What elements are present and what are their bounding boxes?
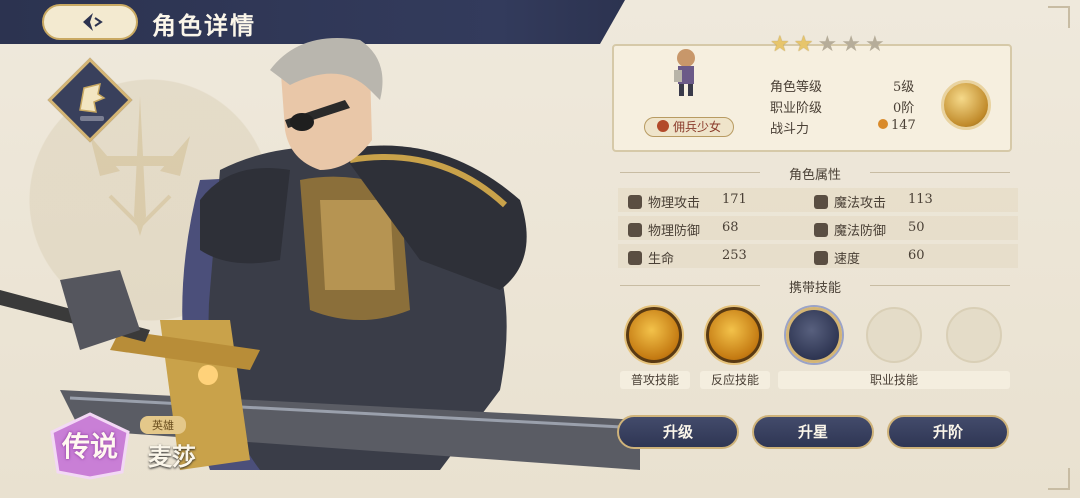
reaction-skill-label: 反应技能 bbox=[700, 371, 770, 389]
equipment-emblem[interactable] bbox=[941, 80, 991, 130]
sword-icon bbox=[628, 194, 642, 209]
attr-value: 60 bbox=[908, 248, 925, 263]
star-filled-icon: ★ bbox=[770, 32, 790, 57]
attr-magic-defense: 魔法防御 bbox=[814, 220, 886, 239]
attr-physical-attack: 物理攻击 bbox=[628, 192, 700, 211]
attr-label: 魔法攻击 bbox=[834, 196, 887, 211]
star-empty-icon: ★ bbox=[864, 32, 885, 57]
power-icon bbox=[878, 119, 888, 129]
attr-label: 物理攻击 bbox=[648, 196, 701, 211]
corner-ornament bbox=[1048, 468, 1070, 490]
hero-sprite-avatar bbox=[674, 49, 695, 96]
heart-icon bbox=[628, 250, 642, 265]
class-skill-icon[interactable] bbox=[786, 307, 842, 363]
skills-title: 携带技能 bbox=[788, 281, 841, 296]
reaction-skill-icon[interactable] bbox=[706, 307, 762, 363]
hat-icon bbox=[814, 222, 828, 237]
attr-physical-defense: 物理防御 bbox=[628, 220, 700, 239]
attributes-title: 角色属性 bbox=[788, 168, 841, 183]
shield-icon bbox=[628, 222, 642, 237]
rank-label: 职业阶级 bbox=[770, 101, 823, 116]
divider bbox=[620, 172, 760, 173]
level-label: 角色等级 bbox=[770, 80, 823, 95]
star-rating: ★ ★ ★ ★ ★ bbox=[770, 34, 885, 56]
power-value: 147 bbox=[891, 118, 916, 133]
attr-value: 113 bbox=[908, 192, 933, 207]
star-up-button[interactable]: 升星 bbox=[752, 415, 874, 449]
attr-value: 50 bbox=[908, 220, 925, 235]
job-icon bbox=[656, 120, 669, 132]
job-tag-label: 佣兵少女 bbox=[672, 120, 721, 134]
rank-value: 0阶 bbox=[893, 101, 915, 116]
star-empty-icon: ★ bbox=[841, 32, 861, 57]
hero-name: 麦莎 bbox=[148, 442, 196, 471]
job-tag[interactable]: 佣兵少女 bbox=[644, 117, 734, 137]
locked-skill-slot-icon[interactable] bbox=[866, 307, 922, 363]
attr-value: 253 bbox=[722, 248, 747, 263]
attr-label: 物理防御 bbox=[648, 224, 701, 239]
divider bbox=[870, 172, 1010, 173]
rarity-label: 传说 bbox=[61, 430, 118, 463]
attr-label: 速度 bbox=[834, 252, 861, 267]
power-value-wrap: 147 bbox=[878, 118, 916, 133]
star-filled-icon: ★ bbox=[793, 32, 814, 57]
wing-icon bbox=[814, 250, 828, 265]
divider bbox=[620, 285, 760, 286]
class-skill-label: 职业技能 bbox=[778, 371, 1010, 389]
divider bbox=[870, 285, 1010, 286]
hero-type-tag: 英雄 bbox=[140, 416, 186, 434]
power-label: 战斗力 bbox=[770, 122, 810, 137]
attr-label: 生命 bbox=[648, 252, 675, 267]
normal-attack-skill-icon[interactable] bbox=[626, 307, 682, 363]
attr-value: 68 bbox=[722, 220, 739, 235]
corner-ornament bbox=[1048, 6, 1070, 28]
locked-skill-slot-icon[interactable] bbox=[946, 307, 1002, 363]
attr-hp: 生命 bbox=[628, 248, 674, 267]
level-up-button[interactable]: 升级 bbox=[617, 415, 739, 449]
attr-magic-attack: 魔法攻击 bbox=[814, 192, 886, 211]
wand-icon bbox=[814, 194, 828, 209]
attr-label: 魔法防御 bbox=[834, 224, 887, 239]
rank-up-button[interactable]: 升阶 bbox=[887, 415, 1009, 449]
star-empty-icon: ★ bbox=[817, 32, 838, 57]
normal-skill-label: 普攻技能 bbox=[620, 371, 690, 389]
attr-speed: 速度 bbox=[814, 248, 860, 267]
level-value: 5级 bbox=[893, 80, 915, 95]
attr-value: 171 bbox=[722, 192, 747, 207]
